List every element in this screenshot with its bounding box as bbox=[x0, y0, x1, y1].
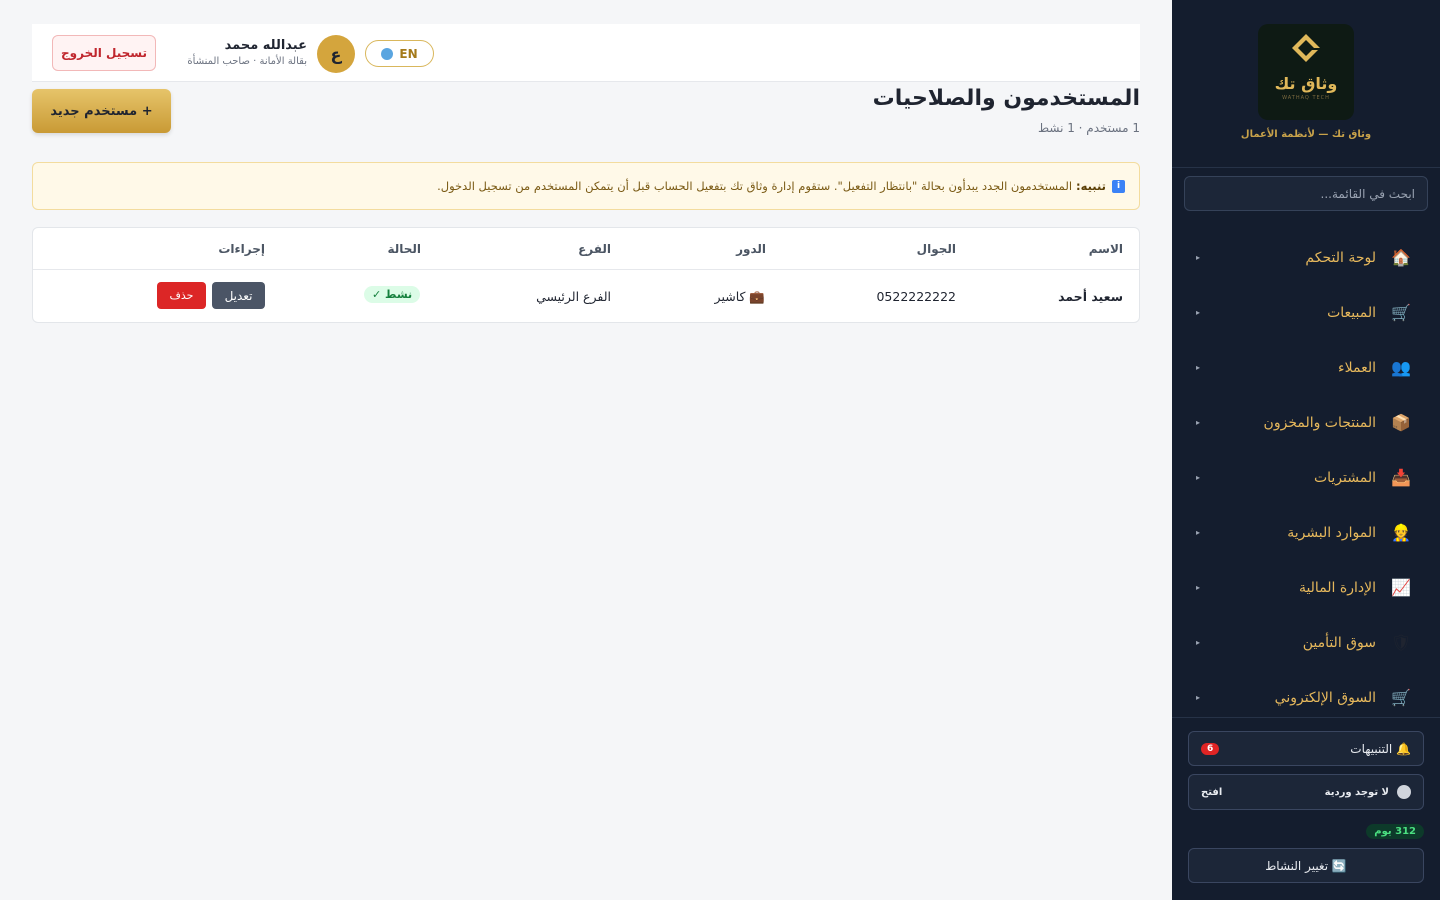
delete-button[interactable]: حذف bbox=[157, 282, 206, 309]
sidebar-item-insurance[interactable]: 🛡 سوق التأمين ▸ bbox=[1172, 615, 1440, 670]
logo-area: وثاق تك WATHAQ TECH وثاق تك — لأنظمة الأ… bbox=[1172, 0, 1440, 168]
chevron-icon: ▸ bbox=[1196, 308, 1201, 317]
brand-sub: WATHAQ TECH bbox=[1282, 95, 1330, 101]
chevron-icon: ▸ bbox=[1196, 418, 1201, 427]
sidebar-item-customers[interactable]: 👥 العملاء ▸ bbox=[1172, 340, 1440, 395]
column-header-actions: إجراءات bbox=[218, 242, 265, 256]
language-label: EN bbox=[399, 46, 418, 61]
sidebar-item-label: السوق الإلكتروني bbox=[1274, 689, 1376, 706]
sidebar-item-label: المبيعات bbox=[1327, 304, 1376, 321]
shift-status-text: لا توجد وردية bbox=[1324, 786, 1389, 798]
users-icon: 👥 bbox=[1391, 358, 1411, 377]
globe-icon bbox=[381, 47, 394, 60]
sidebar-item-dashboard[interactable]: 🏠 لوحة التحكم ▸ bbox=[1172, 230, 1440, 285]
sidebar-item-label: المشتريات bbox=[1313, 469, 1376, 486]
logout-button[interactable]: تسجيل الخروج bbox=[52, 35, 156, 71]
notice-banner: i تنبيه: المستخدمون الجدد يبدأون بحالة "… bbox=[32, 162, 1140, 210]
cell-branch: الفرع الرئيسي bbox=[536, 289, 611, 304]
users-table: الاسم الجوال الدور الفرع الحالة إجراءات … bbox=[32, 227, 1140, 323]
worker-icon: 👷 bbox=[1391, 523, 1411, 542]
page-subtitle: 1 مستخدم · 1 نشط bbox=[1037, 121, 1140, 135]
sidebar-item-label: المنتجات والمخزون bbox=[1263, 414, 1376, 431]
box-icon: 📦 bbox=[1391, 413, 1411, 432]
shift-status: لا توجد وردية افتح bbox=[1188, 774, 1424, 810]
chevron-icon: ▸ bbox=[1196, 583, 1201, 592]
sidebar-nav: 🏠 لوحة التحكم ▸ 🛒 المبيعات ▸ 👥 العملاء ▸… bbox=[1172, 230, 1440, 725]
brand-name: وثاق تك bbox=[1274, 74, 1338, 93]
info-icon: i bbox=[1112, 179, 1125, 193]
notice-label: تنبيه: bbox=[1076, 179, 1106, 193]
days-remaining-badge: 312 يوم bbox=[1366, 824, 1424, 839]
status-badge: نشط ✓ bbox=[364, 286, 421, 303]
cell-phone: 0522222222 bbox=[876, 289, 956, 304]
column-header-role: الدور bbox=[736, 242, 766, 256]
cell-name: سعيد أحمد bbox=[1058, 289, 1123, 304]
user-name: عبدالله محمد bbox=[224, 38, 307, 53]
sidebar-item-label: سوق التأمين bbox=[1302, 634, 1376, 651]
language-toggle-button[interactable]: EN bbox=[365, 40, 434, 67]
inbox-icon: 📥 bbox=[1391, 468, 1411, 487]
house-icon: 🏠 bbox=[1391, 248, 1411, 267]
topbar: تسجيل الخروج عبدالله محمد بقالة الأمانة … bbox=[32, 24, 1140, 82]
sidebar-item-hr[interactable]: 👷 الموارد البشرية ▸ bbox=[1172, 505, 1440, 560]
open-shift-button[interactable]: افتح bbox=[1201, 787, 1222, 798]
notice-text: المستخدمون الجدد يبدأون بحالة "بانتظار ا… bbox=[437, 179, 1073, 193]
shift-status-dot-icon bbox=[1397, 785, 1411, 799]
sidebar-item-products[interactable]: 📦 المنتجات والمخزون ▸ bbox=[1172, 395, 1440, 450]
column-header-status: الحالة bbox=[387, 242, 421, 256]
sidebar-item-label: الإدارة المالية bbox=[1298, 579, 1376, 596]
chevron-icon: ▸ bbox=[1196, 363, 1201, 372]
sidebar-item-label: العملاء bbox=[1338, 359, 1376, 376]
brand-tagline: وثاق تك — لأنظمة الأعمال bbox=[1240, 129, 1372, 140]
sidebar-footer: 🔔 التنبيهات 6 لا توجد وردية افتح 312 يوم… bbox=[1172, 717, 1440, 900]
sidebar-item-sales[interactable]: 🛒 المبيعات ▸ bbox=[1172, 285, 1440, 340]
sidebar: وثاق تك WATHAQ TECH وثاق تك — لأنظمة الأ… bbox=[1172, 0, 1440, 900]
chevron-icon: ▸ bbox=[1196, 693, 1201, 702]
sidebar-item-finance[interactable]: 📈 الإدارة المالية ▸ bbox=[1172, 560, 1440, 615]
table-header-divider bbox=[33, 269, 1139, 270]
user-role: بقالة الأمانة · صاحب المنشأة bbox=[187, 56, 307, 67]
chevron-icon: ▸ bbox=[1196, 638, 1201, 647]
chevron-icon: ▸ bbox=[1196, 473, 1201, 482]
chart-up-icon: 📈 bbox=[1391, 578, 1411, 597]
avatar[interactable]: ع bbox=[317, 35, 355, 73]
column-header-phone: الجوال bbox=[916, 242, 956, 256]
sidebar-item-purchases[interactable]: 📥 المشتريات ▸ bbox=[1172, 450, 1440, 505]
alerts-count-badge: 6 bbox=[1201, 742, 1220, 755]
shield-icon: 🛡 bbox=[1390, 633, 1412, 652]
alerts-label: 🔔 التنبيهات bbox=[1350, 741, 1411, 756]
cell-role: 💼 كاشير bbox=[714, 289, 765, 304]
sidebar-item-label: لوحة التحكم bbox=[1305, 249, 1376, 266]
chevron-icon: ▸ bbox=[1196, 253, 1201, 262]
page-title: المستخدمون والصلاحيات bbox=[872, 86, 1140, 111]
edit-button[interactable]: تعديل bbox=[212, 282, 265, 309]
column-header-branch: الفرع bbox=[578, 242, 611, 256]
sidebar-item-label: الموارد البشرية bbox=[1287, 524, 1376, 541]
sidebar-search-input[interactable] bbox=[1184, 176, 1428, 211]
brand-logo: وثاق تك WATHAQ TECH bbox=[1258, 24, 1354, 120]
chevron-icon: ▸ bbox=[1196, 528, 1201, 537]
new-user-button[interactable]: + مستخدم جديد bbox=[32, 89, 171, 133]
cart-icon: 🛒 bbox=[1391, 303, 1411, 322]
column-header-name: الاسم bbox=[1088, 242, 1123, 256]
cart-icon: 🛒 bbox=[1391, 688, 1411, 707]
alerts-button[interactable]: 🔔 التنبيهات 6 bbox=[1188, 731, 1424, 766]
brand-logo-mark-icon bbox=[1292, 34, 1320, 62]
change-activity-button[interactable]: 🔄 تغيير النشاط bbox=[1188, 848, 1424, 883]
